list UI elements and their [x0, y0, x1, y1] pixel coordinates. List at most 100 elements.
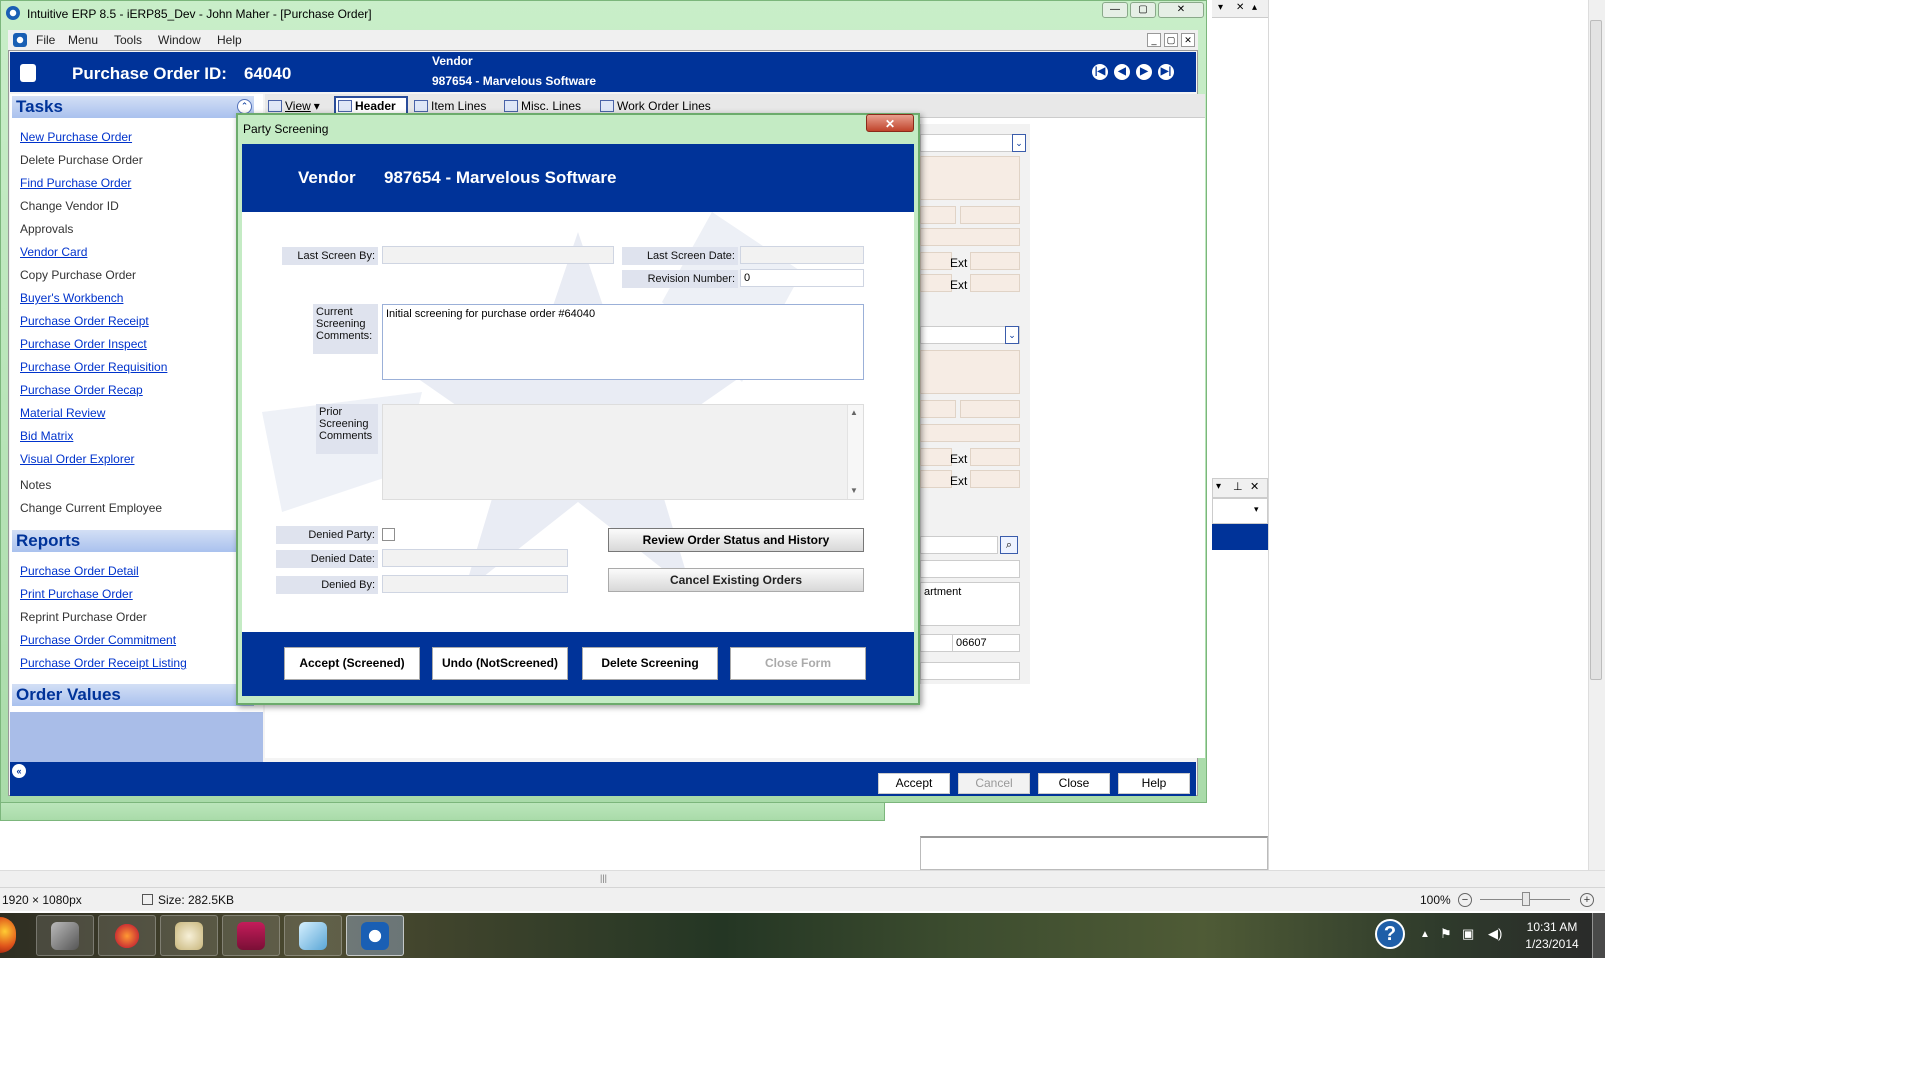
cancel-existing-orders-button[interactable]: Cancel Existing Orders: [608, 568, 864, 592]
vertical-scrollbar-thumb[interactable]: [1590, 20, 1602, 680]
help-button[interactable]: Help: [1118, 773, 1190, 794]
bg-field-a[interactable]: [920, 206, 956, 224]
close-form-button[interactable]: Close Form: [730, 647, 866, 680]
panel-menu-icon[interactable]: ▾: [1216, 481, 1221, 492]
task-change-vendor-id[interactable]: Change Vendor ID: [20, 199, 119, 213]
current-comments-textarea[interactable]: Initial screening for purchase order #64…: [382, 304, 864, 380]
zoom-out-button[interactable]: −: [1458, 893, 1472, 907]
maximize-arrow-icon[interactable]: ▴: [1252, 2, 1257, 13]
mdi-minimize-button[interactable]: _: [1147, 33, 1161, 47]
first-record-icon[interactable]: |◀: [1092, 64, 1108, 80]
task-purchase-order-receipt[interactable]: Purchase Order Receipt: [20, 314, 149, 328]
bg-phone-1[interactable]: [920, 252, 952, 270]
bg-address-field[interactable]: [920, 156, 1020, 200]
action-center-flag-icon[interactable]: ⚑: [1440, 926, 1452, 942]
bg-zip-field[interactable]: 06607: [952, 634, 1020, 652]
accept-button[interactable]: Accept: [878, 773, 950, 794]
task-notes[interactable]: Notes: [20, 478, 51, 492]
undo-not-screened-button[interactable]: Undo (NotScreened): [432, 647, 568, 680]
task-buyers-workbench[interactable]: Buyer's Workbench: [20, 291, 123, 305]
maximize-button[interactable]: ▢: [1130, 2, 1156, 18]
bg-field-g[interactable]: [920, 560, 1020, 578]
minimize-arrow-icon[interactable]: ✕: [1236, 2, 1244, 13]
taskbar-acrobat-button[interactable]: [222, 915, 280, 956]
bg-field-i[interactable]: [920, 662, 1020, 680]
taskbar-paint-button[interactable]: [160, 915, 218, 956]
report-purchase-order-receipt-listing[interactable]: Purchase Order Receipt Listing: [20, 656, 187, 670]
minimize-button[interactable]: —: [1102, 2, 1128, 18]
close-button[interactable]: Close: [1038, 773, 1110, 794]
menu-window[interactable]: Window: [158, 33, 201, 47]
panel-dropdown[interactable]: [1212, 498, 1268, 524]
delete-screening-button[interactable]: Delete Screening: [582, 647, 718, 680]
mdi-close-button[interactable]: ✕: [1181, 33, 1195, 47]
task-change-current-employee[interactable]: Change Current Employee: [20, 501, 162, 515]
pin-icon[interactable]: ⊥: [1233, 480, 1243, 493]
menu-file[interactable]: File: [36, 33, 55, 47]
task-new-purchase-order[interactable]: New Purchase Order: [20, 130, 132, 144]
zoom-in-button[interactable]: +: [1580, 893, 1594, 907]
bg-ext-3[interactable]: [970, 448, 1020, 466]
menu-tools[interactable]: Tools: [114, 33, 142, 47]
task-find-purchase-order[interactable]: Find Purchase Order: [20, 176, 131, 190]
zoom-slider-thumb[interactable]: [1522, 892, 1530, 906]
task-visual-order-explorer[interactable]: Visual Order Explorer: [20, 452, 135, 466]
horizontal-scrollbar[interactable]: [0, 870, 1605, 887]
show-desktop-button[interactable]: [1592, 913, 1605, 958]
bg-phone-2[interactable]: [920, 274, 952, 292]
menu-help[interactable]: Help: [217, 33, 242, 47]
accept-screened-button[interactable]: Accept (Screened): [284, 647, 420, 680]
collapse-tasks-icon[interactable]: ⌃: [237, 99, 252, 114]
bg-ext-4[interactable]: [970, 470, 1020, 488]
task-purchase-order-recap[interactable]: Purchase Order Recap: [20, 383, 143, 397]
search-icon[interactable]: ⌕: [1000, 536, 1018, 554]
taskbar-erp-button[interactable]: [346, 915, 404, 956]
taskbar-tools-button[interactable]: [36, 915, 94, 956]
bg-address-field-2[interactable]: [920, 350, 1020, 394]
task-purchase-order-inspect[interactable]: Purchase Order Inspect: [20, 337, 147, 351]
bg-department-field[interactable]: artment: [920, 582, 1020, 626]
window-close-button[interactable]: ✕: [1158, 2, 1204, 18]
bg-ext-2[interactable]: [970, 274, 1020, 292]
bg-field-b[interactable]: [960, 206, 1020, 224]
tray-expand-icon[interactable]: ▲: [1420, 929, 1430, 940]
bg-ext-1[interactable]: [970, 252, 1020, 270]
prior-comments-textarea[interactable]: [382, 404, 864, 500]
review-order-status-button[interactable]: Review Order Status and History: [608, 528, 864, 552]
scroll-down-icon[interactable]: ▼: [850, 486, 858, 495]
dropdown-chevron-icon[interactable]: ⌄: [1012, 134, 1026, 152]
denied-by-field[interactable]: [382, 575, 568, 593]
bg-phone-4[interactable]: [920, 470, 952, 488]
prior-comments-scrollbar[interactable]: [847, 405, 863, 499]
dialog-close-button[interactable]: ✕: [866, 114, 914, 132]
cancel-button[interactable]: Cancel: [958, 773, 1030, 794]
denied-date-field[interactable]: [382, 549, 568, 567]
mdi-child-icon[interactable]: [13, 33, 27, 47]
task-delete-purchase-order[interactable]: Delete Purchase Order: [20, 153, 143, 167]
task-material-review[interactable]: Material Review: [20, 406, 105, 420]
last-screen-by-field[interactable]: [382, 246, 614, 264]
menu-menu[interactable]: Menu: [68, 33, 98, 47]
scroll-up-icon[interactable]: ▲: [850, 408, 858, 417]
task-vendor-card[interactable]: Vendor Card: [20, 245, 87, 259]
report-print-purchase-order[interactable]: Print Purchase Order: [20, 587, 133, 601]
bg-field-c[interactable]: [920, 228, 1020, 246]
help-question-icon[interactable]: ?: [1375, 919, 1405, 949]
task-approvals[interactable]: Approvals: [20, 222, 73, 236]
report-purchase-order-commitment[interactable]: Purchase Order Commitment: [20, 633, 176, 647]
mdi-restore-button[interactable]: ▢: [1164, 33, 1178, 47]
clock-date[interactable]: 1/23/2014: [1518, 937, 1586, 951]
next-record-icon[interactable]: ▶: [1136, 64, 1152, 80]
last-record-icon[interactable]: ▶|: [1158, 64, 1174, 80]
report-reprint-purchase-order[interactable]: Reprint Purchase Order: [20, 610, 147, 624]
denied-party-checkbox[interactable]: [382, 528, 395, 541]
previous-record-icon[interactable]: ◀: [1114, 64, 1130, 80]
panel-close-icon[interactable]: ✕: [1250, 480, 1259, 493]
expand-left-icon[interactable]: «: [12, 764, 26, 778]
task-bid-matrix[interactable]: Bid Matrix: [20, 429, 73, 443]
volume-icon[interactable]: ◀): [1488, 926, 1502, 942]
task-purchase-order-requisition[interactable]: Purchase Order Requisition: [20, 360, 167, 374]
task-copy-purchase-order[interactable]: Copy Purchase Order: [20, 268, 136, 282]
dropdown-arrow-icon[interactable]: ▾: [1218, 2, 1223, 13]
last-screen-date-field[interactable]: [740, 246, 864, 264]
